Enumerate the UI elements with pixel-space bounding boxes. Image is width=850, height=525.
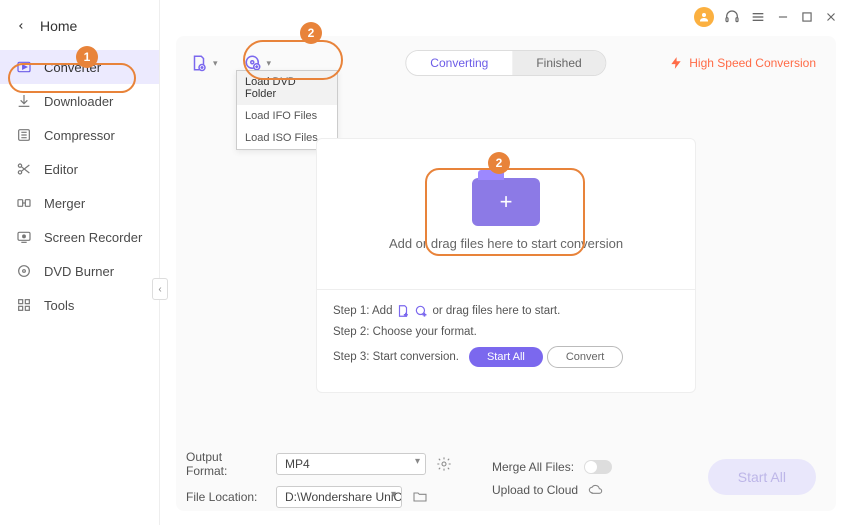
cloud-icon[interactable] bbox=[588, 482, 604, 498]
converter-icon bbox=[16, 59, 32, 75]
sidebar-item-label: Screen Recorder bbox=[44, 230, 142, 245]
user-avatar[interactable] bbox=[694, 7, 714, 27]
svg-text:+: + bbox=[405, 312, 409, 318]
bottom-bar: Output Format: MP4 File Location: D:\Won… bbox=[186, 453, 826, 505]
main-panel: ▾ ▾ Converting Finished High Speed Conve… bbox=[176, 36, 836, 511]
folder-icon[interactable] bbox=[412, 489, 428, 505]
upload-cloud-label: Upload to Cloud bbox=[492, 483, 578, 497]
high-speed-conversion[interactable]: High Speed Conversion bbox=[669, 56, 816, 70]
status-tabs: Converting Finished bbox=[405, 50, 606, 76]
file-location-label: File Location: bbox=[186, 490, 266, 504]
tab-converting[interactable]: Converting bbox=[406, 51, 512, 75]
home-label: Home bbox=[40, 18, 77, 34]
download-icon bbox=[16, 93, 32, 109]
dropzone-area[interactable]: + Add or drag files here to start conver… bbox=[317, 139, 695, 289]
sidebar-item-screen-recorder[interactable]: Screen Recorder bbox=[0, 220, 159, 254]
svg-text:+: + bbox=[423, 312, 427, 318]
sidebar-item-editor[interactable]: Editor bbox=[0, 152, 159, 186]
menu-item-load-dvd-folder[interactable]: Load DVD Folder bbox=[237, 71, 337, 105]
convert-pill[interactable]: Convert bbox=[547, 346, 624, 368]
menu-item-load-ifo-files[interactable]: Load IFO Files bbox=[237, 105, 337, 127]
dropzone-caption: Add or drag files here to start conversi… bbox=[389, 236, 623, 251]
add-dvd-icon: + bbox=[414, 304, 428, 318]
home-back[interactable]: Home bbox=[0, 8, 159, 44]
step3говорe-text: Step 3: Start conversion. bbox=[333, 351, 459, 363]
headset-icon[interactable] bbox=[724, 9, 740, 25]
add-file-icon: + bbox=[396, 304, 410, 318]
screen-recorder-icon bbox=[16, 229, 32, 245]
file-location-select[interactable]: D:\Wondershare UniConverter 1 bbox=[276, 486, 402, 508]
output-format-select[interactable]: MP4 bbox=[276, 453, 426, 475]
start-all-pill[interactable]: Start All bbox=[469, 347, 543, 367]
step2-text: Step 2: Choose your format. bbox=[333, 326, 477, 338]
sidebar-item-compressor[interactable]: Compressor bbox=[0, 118, 159, 152]
gear-icon[interactable] bbox=[436, 456, 452, 472]
folder-plus-icon: + bbox=[472, 178, 540, 226]
sidebar-item-label: Tools bbox=[44, 298, 74, 313]
disc-icon bbox=[16, 263, 32, 279]
hsc-label: High Speed Conversion bbox=[689, 56, 816, 70]
hamburger-menu-icon[interactable] bbox=[750, 9, 766, 25]
sidebar-collapse-handle[interactable]: ‹ bbox=[152, 278, 168, 300]
sidebar-item-label: Compressor bbox=[44, 128, 115, 143]
sidebar: Home Converter Downloader Compressor Edi… bbox=[0, 0, 160, 525]
window-maximize-icon[interactable] bbox=[800, 10, 814, 24]
sidebar-item-downloader[interactable]: Downloader bbox=[0, 84, 159, 118]
step1-text-a: Step 1: Add bbox=[333, 305, 392, 317]
step1-text-b: or drag files here to start. bbox=[432, 305, 560, 317]
merger-icon bbox=[16, 195, 32, 211]
output-format-label: Output Format: bbox=[186, 450, 266, 478]
sidebar-item-label: Converter bbox=[44, 60, 101, 75]
lightning-icon bbox=[669, 56, 683, 70]
dropzone: + Add or drag files here to start conver… bbox=[316, 138, 696, 393]
sidebar-item-label: Merger bbox=[44, 196, 85, 211]
merge-toggle[interactable] bbox=[584, 460, 612, 474]
sidebar-item-tools[interactable]: Tools bbox=[0, 288, 159, 322]
chevron-down-icon: ▾ bbox=[213, 58, 218, 69]
add-file-icon bbox=[190, 54, 208, 72]
add-file-button[interactable]: ▾ bbox=[186, 50, 222, 76]
compressor-icon bbox=[16, 127, 32, 143]
tab-finished[interactable]: Finished bbox=[512, 51, 605, 75]
sidebar-item-dvd-burner[interactable]: DVD Burner bbox=[0, 254, 159, 288]
sidebar-item-label: Editor bbox=[44, 162, 78, 177]
merge-label: Merge All Files: bbox=[492, 460, 574, 474]
chevron-left-icon bbox=[16, 21, 26, 31]
chevron-down-icon: ▾ bbox=[267, 58, 272, 69]
window-close-icon[interactable] bbox=[824, 10, 838, 24]
start-all-button[interactable]: Start All bbox=[708, 459, 816, 495]
scissors-icon bbox=[16, 161, 32, 177]
sidebar-item-label: Downloader bbox=[44, 94, 113, 109]
sidebar-item-merger[interactable]: Merger bbox=[0, 186, 159, 220]
sidebar-item-label: DVD Burner bbox=[44, 264, 114, 279]
window-minimize-icon[interactable] bbox=[776, 10, 790, 24]
sidebar-item-converter[interactable]: Converter bbox=[0, 50, 159, 84]
grid-icon bbox=[16, 297, 32, 313]
